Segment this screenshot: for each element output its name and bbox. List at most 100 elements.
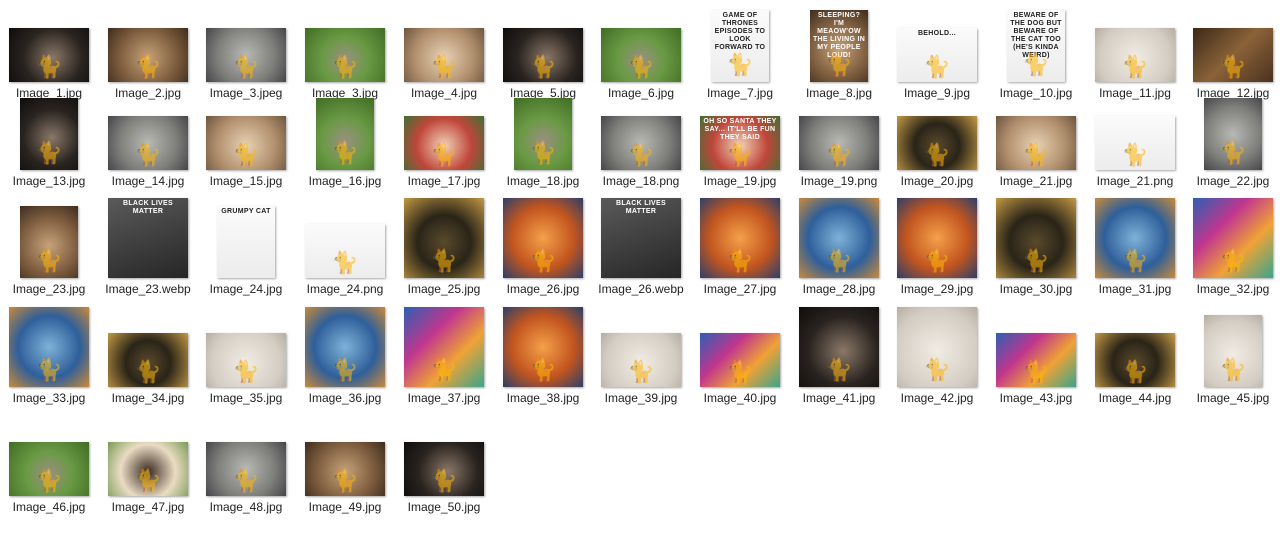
file-item[interactable]: 🐈 Image_31.jpg [1086, 198, 1184, 314]
file-item[interactable]: OH SO SANTA THEY SAY... IT'LL BE FUN THE… [691, 98, 789, 206]
file-item[interactable]: 🐈 Image_16.jpg [296, 98, 394, 206]
file-thumbnail[interactable]: 🐈 [108, 28, 188, 82]
file-thumbnail[interactable]: 🐈 [206, 116, 286, 170]
file-thumbnail[interactable]: 🐈 [9, 307, 89, 387]
file-item[interactable]: 🐈 Image_23.jpg [0, 206, 98, 314]
file-thumbnail[interactable]: 🐈 [20, 98, 78, 170]
file-item[interactable]: 🐈 Image_14.jpg [99, 98, 197, 206]
file-item[interactable]: 🐈 Image_25.jpg [395, 198, 493, 314]
file-item[interactable]: 🐈 Image_24.png [296, 206, 394, 314]
file-item[interactable]: 🐈 Image_42.jpg [888, 307, 986, 423]
file-thumbnail[interactable]: 🐈 [206, 442, 286, 496]
file-item[interactable]: 🐈 Image_50.jpg [395, 424, 493, 532]
file-thumbnail[interactable]: 🐈 [503, 28, 583, 82]
file-item[interactable]: 🐈 Image_18.jpg [494, 98, 592, 206]
file-item[interactable]: 🐈 Image_34.jpg [99, 315, 197, 423]
file-thumbnail[interactable]: GRUMPY CAT [217, 206, 275, 278]
file-thumbnail[interactable]: Beware of the Dog But beware of the cat … [1007, 10, 1065, 82]
file-thumbnail[interactable]: 🐈 [305, 28, 385, 82]
file-thumbnail[interactable]: 🐈 [1095, 28, 1175, 82]
file-thumbnail[interactable]: 🐈 [404, 198, 484, 278]
file-thumbnail[interactable]: BLACK LIVES MATTER [108, 198, 188, 278]
file-item[interactable]: 🐈 Image_33.jpg [0, 307, 98, 423]
file-item[interactable]: 🐈 Image_47.jpg [99, 424, 197, 532]
file-item[interactable]: 🐈 Image_13.jpg [0, 98, 98, 206]
file-thumbnail[interactable]: 🐈 [20, 206, 78, 278]
file-thumbnail[interactable]: 🐈 [404, 307, 484, 387]
file-thumbnail[interactable]: 🐈 [601, 116, 681, 170]
file-thumbnail[interactable]: 🐈 [206, 333, 286, 387]
file-item[interactable]: 🐈 Image_15.jpg [197, 98, 295, 206]
file-item[interactable]: BLACK LIVES MATTER Image_23.webp [99, 198, 197, 314]
file-thumbnail[interactable]: 🐈 [601, 333, 681, 387]
file-thumbnail[interactable]: 🐈 [996, 198, 1076, 278]
file-item[interactable]: 🐈 Image_26.jpg [494, 198, 592, 314]
file-item[interactable]: 🐈 Image_39.jpg [592, 315, 690, 423]
file-item[interactable]: 🐈 Image_49.jpg [296, 424, 394, 532]
file-item[interactable]: 🐈 Image_40.jpg [691, 315, 789, 423]
file-thumbnail[interactable]: 🐈 [108, 442, 188, 496]
file-thumbnail[interactable]: 🐈 [1095, 333, 1175, 387]
file-thumbnail[interactable]: 🐈 [996, 116, 1076, 170]
file-thumbnail[interactable]: 🐈 [897, 307, 977, 387]
file-thumbnail[interactable]: 🐈 [316, 98, 374, 170]
file-thumbnail[interactable]: 🐈 [1095, 198, 1175, 278]
file-thumbnail[interactable]: 🐈 [305, 224, 385, 278]
file-thumbnail[interactable]: 🐈 [897, 198, 977, 278]
file-item[interactable]: 🐈 Image_44.jpg [1086, 315, 1184, 423]
file-item[interactable]: 🐈 Image_37.jpg [395, 307, 493, 423]
file-thumbnail[interactable]: 🐈 [305, 442, 385, 496]
file-thumbnail[interactable]: 🐈 [503, 198, 583, 278]
file-item[interactable]: 🐈 Image_28.jpg [790, 198, 888, 314]
file-item[interactable]: 🐈 Image_18.png [592, 98, 690, 206]
file-thumbnail[interactable]: 🐈 [206, 28, 286, 82]
file-thumbnail[interactable]: 🐈 [996, 333, 1076, 387]
file-thumbnail[interactable]: 🐈 [108, 333, 188, 387]
file-item[interactable]: 🐈 Image_29.jpg [888, 198, 986, 314]
file-thumbnail[interactable]: 🐈 [1204, 98, 1262, 170]
file-thumbnail[interactable]: Game of Thrones episodes to look forward… [711, 10, 769, 82]
file-thumbnail[interactable]: 🐈 [799, 198, 879, 278]
file-item[interactable]: 🐈 Image_45.jpg [1184, 315, 1280, 423]
file-item[interactable]: 🐈 Image_17.jpg [395, 98, 493, 206]
file-thumbnail[interactable]: 🐈 [514, 98, 572, 170]
file-item[interactable]: 🐈 Image_46.jpg [0, 424, 98, 532]
file-thumbnail[interactable]: BLACK LIVES MATTER [601, 198, 681, 278]
file-thumbnail[interactable]: 🐈 [305, 307, 385, 387]
file-item[interactable]: BLACK LIVES MATTER Image_26.webp [592, 198, 690, 314]
file-item[interactable]: 🐈 Image_48.jpg [197, 424, 295, 532]
file-thumbnail[interactable]: 🐈 [404, 442, 484, 496]
file-item[interactable]: GRUMPY CAT Image_24.jpg [197, 206, 295, 314]
file-item[interactable]: 🐈 Image_21.png [1086, 98, 1184, 206]
file-thumbnail[interactable]: SLEEPING? I'M MEAOW'OW THE LIVING IN MY … [810, 10, 868, 82]
file-thumbnail[interactable]: 🐈 [601, 28, 681, 82]
file-thumbnail[interactable]: 🐈 [1095, 116, 1175, 170]
file-item[interactable]: 🐈 Image_38.jpg [494, 307, 592, 423]
file-thumbnail[interactable]: 🐈 [700, 198, 780, 278]
file-item[interactable]: 🐈 Image_21.jpg [987, 98, 1085, 206]
file-thumbnail[interactable]: BEHOLD... 🐈 [897, 28, 977, 82]
file-item[interactable]: 🐈 Image_43.jpg [987, 315, 1085, 423]
file-thumbnail[interactable]: 🐈 [799, 307, 879, 387]
file-item[interactable]: 🐈 Image_19.png [790, 98, 888, 206]
file-thumbnail[interactable]: 🐈 [700, 333, 780, 387]
file-item[interactable]: 🐈 Image_32.jpg [1184, 198, 1280, 314]
file-item[interactable]: 🐈 Image_35.jpg [197, 315, 295, 423]
file-thumbnail[interactable]: 🐈 [1204, 315, 1262, 387]
file-item[interactable]: 🐈 Image_27.jpg [691, 198, 789, 314]
file-thumbnail[interactable]: 🐈 [404, 116, 484, 170]
file-item[interactable]: 🐈 Image_20.jpg [888, 98, 986, 206]
file-thumbnail[interactable]: 🐈 [1193, 28, 1273, 82]
file-item[interactable]: 🐈 Image_30.jpg [987, 198, 1085, 314]
file-thumbnail[interactable]: 🐈 [897, 116, 977, 170]
file-thumbnail[interactable]: OH SO SANTA THEY SAY... IT'LL BE FUN THE… [700, 116, 780, 170]
file-thumbnail[interactable]: 🐈 [9, 442, 89, 496]
file-thumbnail[interactable]: 🐈 [503, 307, 583, 387]
file-thumbnail[interactable]: 🐈 [108, 116, 188, 170]
file-thumbnail[interactable]: 🐈 [1193, 198, 1273, 278]
file-thumbnail[interactable]: 🐈 [404, 28, 484, 82]
file-thumbnail[interactable]: 🐈 [9, 28, 89, 82]
file-item[interactable]: 🐈 Image_22.jpg [1184, 98, 1280, 206]
file-thumbnail[interactable]: 🐈 [799, 116, 879, 170]
file-item[interactable]: 🐈 Image_36.jpg [296, 307, 394, 423]
